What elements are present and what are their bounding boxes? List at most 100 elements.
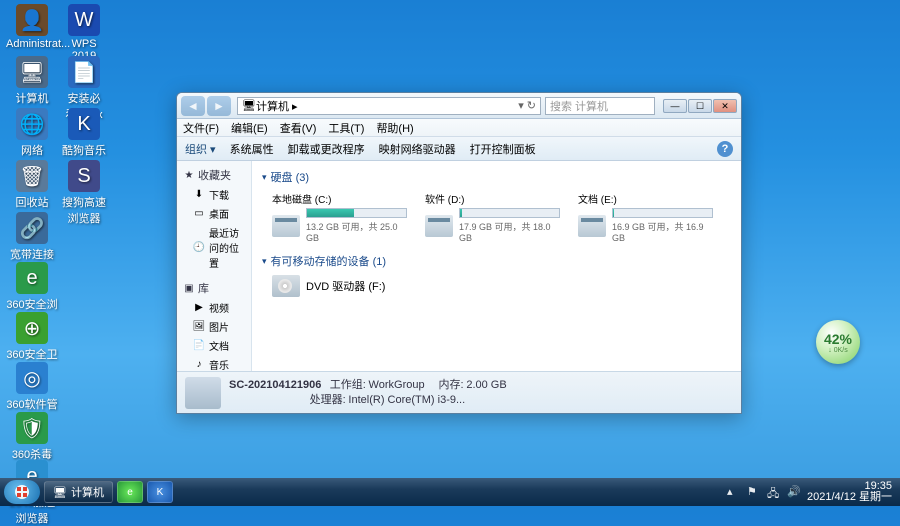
menu-item[interactable]: 工具(T) [328,120,364,136]
address-bar[interactable]: 🖥 计算机 ▸ ▾ ↻ [237,97,541,115]
drive-item[interactable]: 本地磁盘 (C:) 13.2 GB 可用，共 25.0 GB [272,191,407,243]
computer-name: SC-202104121906 [229,379,321,391]
sidebar-item[interactable]: ▭桌面 [177,204,251,223]
desktop-icon[interactable]: 👤 Administrat... [6,4,58,50]
drive-icon [578,215,606,237]
taskbar-app-computer[interactable]: 🖥 计算机 [44,481,113,503]
search-placeholder: 搜索 计算机 [550,98,608,114]
drive-name: 文档 (E:) [578,191,713,206]
tray-up-icon[interactable]: ▴ [727,485,741,499]
icon-label: 网络 [6,142,58,158]
icon-label: 回收站 [6,194,58,210]
tray-network-icon[interactable]: 🖧 [767,485,781,499]
sidebar: ★收藏夹 ⬇下载▭桌面🕘最近访问的位置 ▣库 ▶视频🖼图片📄文档♪音乐 🖥计算机… [177,161,252,371]
main-pane: 硬盘 (3) 本地磁盘 (C:) 13.2 GB 可用，共 25.0 GB 软件 (… [252,161,741,371]
icon-label: Administrat... [6,38,58,50]
taskbar-kugou-button[interactable]: K [147,481,173,503]
menubar: 文件(F) 编辑(E) 查看(V) 工具(T) 帮助(H) [177,119,741,137]
desktop-icon[interactable]: WWPS 2019 [58,4,110,62]
dvd-label: DVD 驱动器 (F:) [306,278,385,294]
item-icon: ⬇ [193,189,205,201]
windows-logo-icon [14,484,30,500]
category-removable[interactable]: 有可移动存储的设备 (1) [262,253,731,269]
desktop-icon[interactable]: 🖥 计算机 [6,56,58,106]
desktop-icon[interactable]: 🛡360杀毒 [6,412,58,462]
sidebar-item[interactable]: ♪音乐 [177,355,251,371]
drive-icon [272,215,300,237]
menu-item[interactable]: 编辑(E) [231,120,268,136]
desktop-icon[interactable]: S搜狗高速浏览器 [58,160,110,226]
drive-name: 本地磁盘 (C:) [272,191,407,206]
tray-flag-icon[interactable]: ⚑ [747,485,761,499]
tray-volume-icon[interactable]: 🔊 [787,485,801,499]
desktop-icon[interactable]: 🗑 回收站 [6,160,58,210]
computer-icon: 🖥 [242,99,256,112]
taskbar-clock[interactable]: 19:35 2021/4/12 星期一 [807,481,892,503]
desktop-icon[interactable]: 🔗 宽带连接 [6,212,58,262]
sidebar-item[interactable]: 🖼图片 [177,317,251,336]
titlebar: ◄ ► 🖥 计算机 ▸ ▾ ↻ 搜索 计算机 — ☐ ✕ [177,93,741,119]
accelerator-widget[interactable]: 42% ↓ 0K/s [816,320,860,364]
item-icon: ▭ [193,208,205,220]
nav-back-button[interactable]: ◄ [181,96,205,116]
item-icon: 🕘 [193,242,205,254]
organize-button[interactable]: 组织 ▾ [185,141,216,157]
sidebar-libraries-header[interactable]: ▣库 [177,278,251,298]
address-path: 计算机 ▸ [256,98,298,114]
taskbar-360-button[interactable]: e [117,481,143,503]
dvd-icon [272,275,300,297]
icon-label: 搜狗高速浏览器 [58,194,110,226]
system-properties-button[interactable]: 系统属性 [230,141,274,157]
search-input[interactable]: 搜索 计算机 [545,97,655,115]
computer-large-icon [185,377,221,409]
category-hdd[interactable]: 硬盘 (3) [262,169,731,185]
icon-label: 宽带连接 [6,246,58,262]
toolbar: 组织 ▾ 系统属性 卸载或更改程序 映射网络驱动器 打开控制面板 ? [177,137,741,161]
drive-freespace: 13.2 GB 可用，共 25.0 GB [306,220,407,243]
maximize-button[interactable]: ☐ [688,99,712,113]
uninstall-button[interactable]: 卸载或更改程序 [288,141,365,157]
app-icon: S [68,160,100,192]
app-icon: K [68,108,100,140]
map-drive-button[interactable]: 映射网络驱动器 [379,141,456,157]
desktop-icon[interactable]: 🌐 网络 [6,108,58,158]
usage-bar [459,208,560,218]
folder-icon: 🖥 [53,486,67,499]
app-icon: 🖥 [16,56,48,88]
app-icon: 🔗 [16,212,48,244]
sidebar-item[interactable]: ▶视频 [177,298,251,317]
icon-label: 酷狗音乐 [58,142,110,158]
nav-forward-button[interactable]: ► [207,96,231,116]
sidebar-favorites-header[interactable]: ★收藏夹 [177,165,251,185]
app-icon: 🌐 [16,108,48,140]
system-tray: ▴ ⚑ 🖧 🔊 19:35 2021/4/12 星期一 [727,481,896,503]
explorer-window: ◄ ► 🖥 计算机 ▸ ▾ ↻ 搜索 计算机 — ☐ ✕ 文件(F) 编辑(E) 查… [176,92,742,414]
close-button[interactable]: ✕ [713,99,737,113]
control-panel-button[interactable]: 打开控制面板 [470,141,536,157]
drive-item[interactable]: 软件 (D:) 17.9 GB 可用，共 18.0 GB [425,191,560,243]
desktop-icon[interactable]: K 酷狗音乐 [58,108,110,158]
item-icon: 🖼 [193,321,205,333]
app-icon: 🗑 [16,160,48,192]
drive-item[interactable]: 文档 (E:)16.9 GB 可用，共 16.9 GB [578,191,713,243]
taskbar: 🖥 计算机 e K ▴ ⚑ 🖧 🔊 19:35 2021/4/12 星期一 [0,478,900,506]
menu-item[interactable]: 查看(V) [280,120,317,136]
widget-speed: ↓ 0K/s [828,347,847,354]
sidebar-item[interactable]: 📄文档 [177,336,251,355]
usage-bar [612,208,713,218]
sidebar-item[interactable]: 🕘最近访问的位置 [177,223,251,272]
icon-label: 计算机 [6,90,58,106]
drive-name: 软件 (D:) [425,191,560,206]
sidebar-item[interactable]: ⬇下载 [177,185,251,204]
dvd-drive[interactable]: DVD 驱动器 (F:) [272,275,731,297]
menu-item[interactable]: 帮助(H) [376,120,413,136]
address-dropdown-icon[interactable]: ▾ ↻ [518,99,536,112]
minimize-button[interactable]: — [663,99,687,113]
app-icon: e [16,262,48,294]
drive-freespace: 17.9 GB 可用，共 18.0 GB [459,220,560,243]
item-icon: 📄 [193,340,205,352]
help-button[interactable]: ? [717,141,733,157]
start-button[interactable] [4,480,40,504]
menu-item[interactable]: 文件(F) [183,120,219,136]
app-icon: 👤 [16,4,48,36]
